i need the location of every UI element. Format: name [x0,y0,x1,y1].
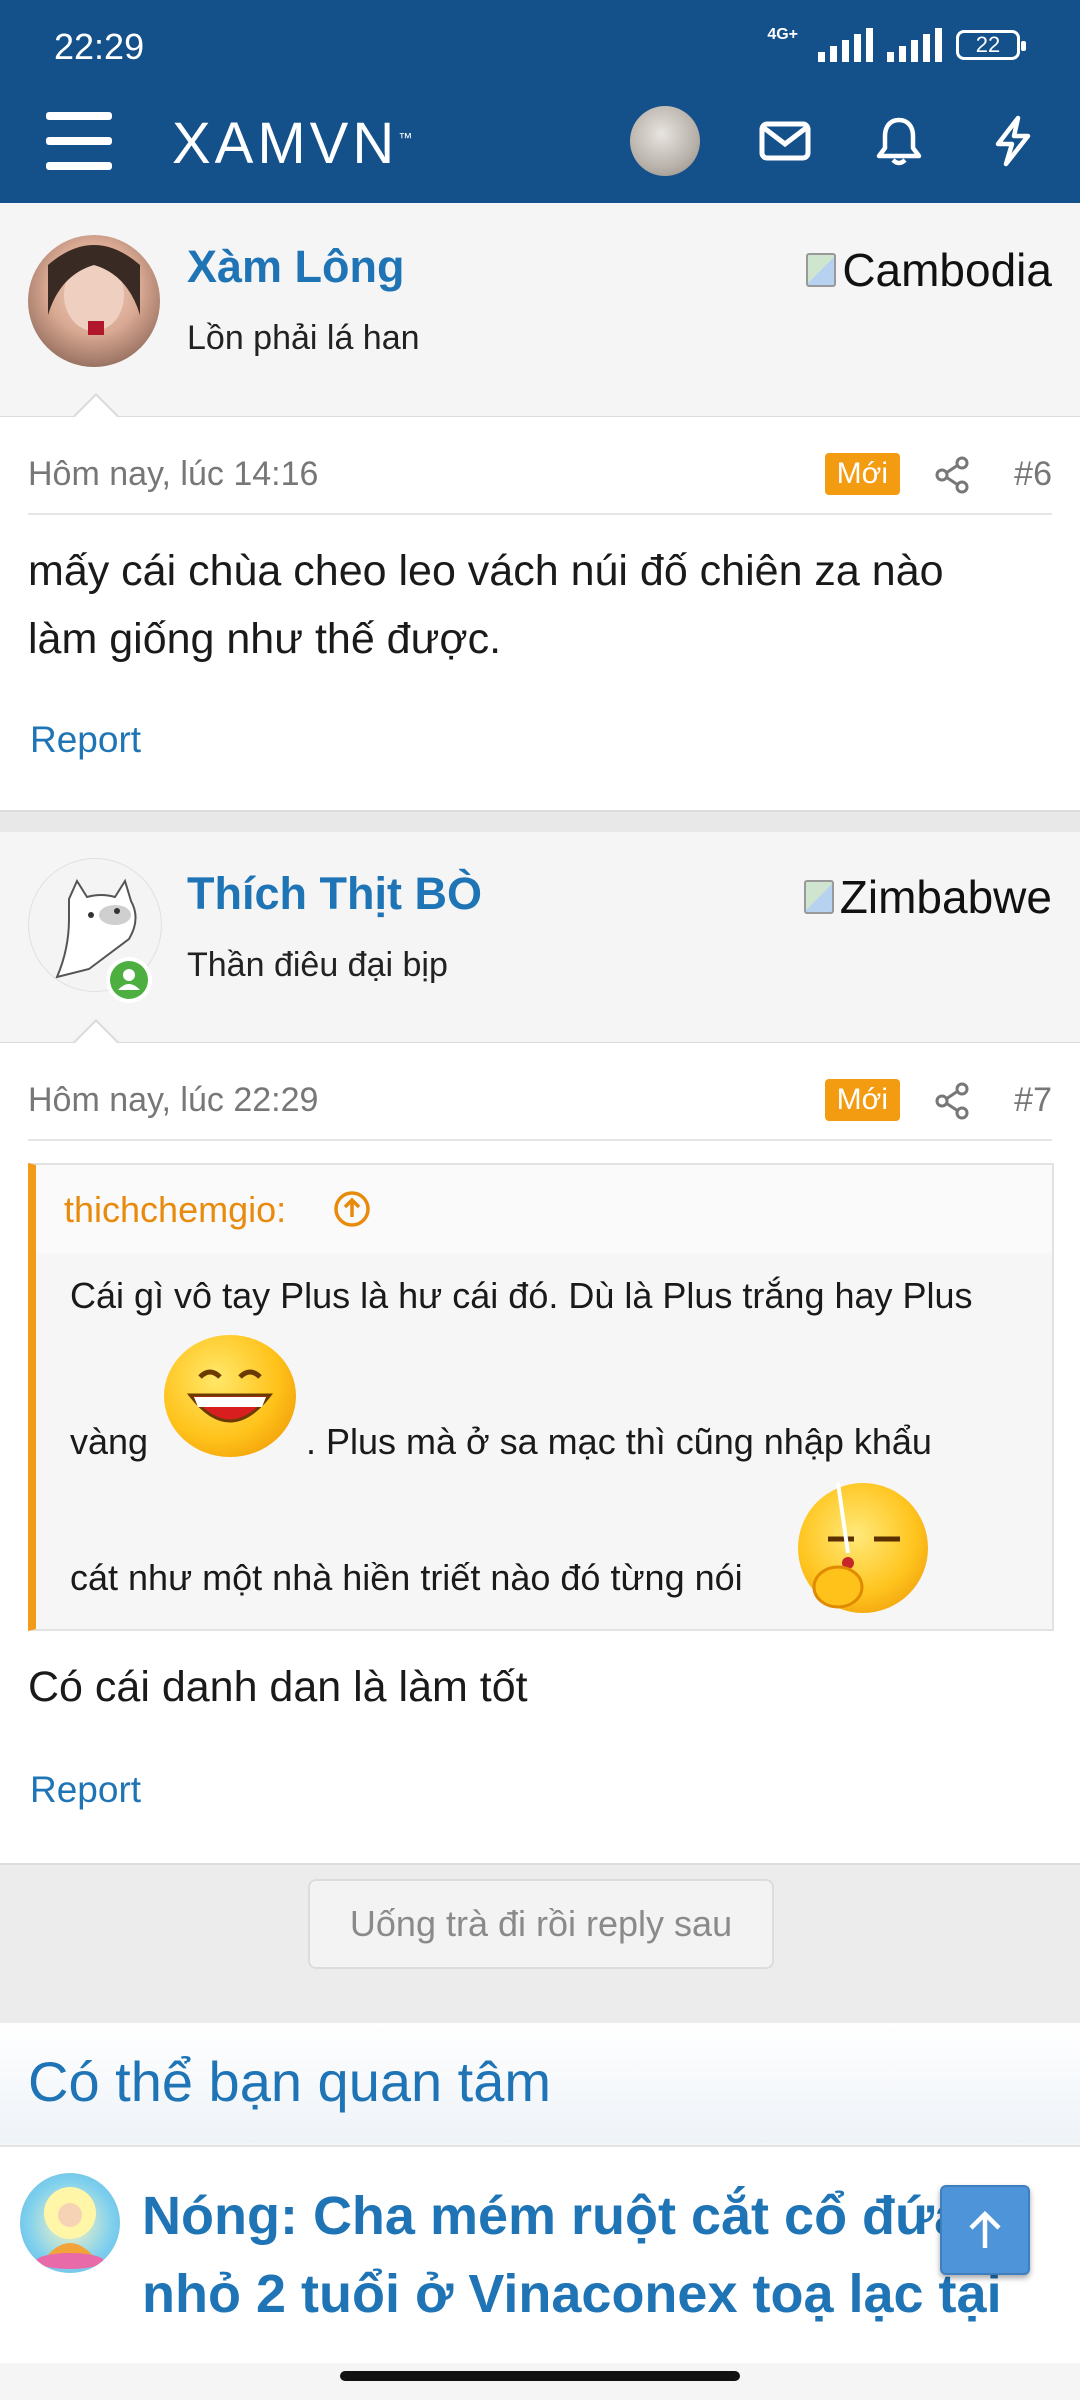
inbox-icon[interactable] [758,114,812,173]
quote-line: . Plus mà ở sa mạc thì cũng nhập khẩu [306,1421,932,1462]
quote-line: Cái gì vô tay Plus là hư cái đó. Dù là P… [70,1275,973,1316]
post-content: Có cái danh dan là làm tốt [28,1653,1052,1721]
user-avatar[interactable] [630,106,700,176]
status-bar: 22:29 4G+ 22 [0,0,1080,100]
logo-trademark: ™ [398,129,417,146]
content-line: làm giống như thế được. [28,615,502,663]
post-content: mấy cái chùa cheo leo vách núi đố chiên … [28,537,1052,673]
signal-icon [818,28,873,62]
laughing-emoji-icon [164,1335,296,1457]
suggested-thread[interactable]: Nóng: Cha mém ruột cắt cổ đứa nhỏ 2 tuổi… [0,2145,1080,2365]
thread-title[interactable]: Nóng: Cha mém ruột cắt cổ đứa nhỏ 2 tuổi… [142,2177,1042,2333]
nav-bar: XAMVN™ [0,100,1080,203]
country-name: Zimbabwe [839,871,1052,923]
content-line: Có cái danh dan là làm tốt [28,1663,528,1711]
arrow-up-icon [969,2210,1001,2248]
broken-image-icon [803,880,834,914]
suggestions-title: Có thể bạn quan tâm [28,2050,552,2113]
gesture-bar[interactable] [0,2363,1080,2400]
content-line: mấy cái chùa cheo leo vách núi đố chiên … [28,547,944,595]
quote-header: thichchemgio: [36,1165,1052,1253]
post-number[interactable]: #7 [1014,1081,1052,1120]
author-title: Lồn phải lá han [187,319,420,357]
app-header: 22:29 4G+ 22 XAMVN™ [0,0,1080,203]
new-badge: Mới [824,453,900,495]
thread-title-line: Nóng: Cha mém ruột cắt cổ đứa [142,2186,965,2246]
country-flag: Zimbabwe [803,870,1052,924]
new-badge: Mới [824,1079,900,1121]
quote-line: vàng [70,1421,149,1462]
status-icons: 22 [818,28,1026,62]
sick-emoji-icon [798,1482,928,1613]
quote-line: cát như một nhà hiền triết nào đó từng n… [70,1557,743,1598]
author-title: Thần điêu đại bịp [187,946,448,984]
quote-author[interactable]: thichchemgio: [64,1189,286,1231]
post-meta: Hôm nay, lúc 14:16 Mới #6 [28,433,1052,515]
post-pointer [72,393,120,418]
online-status-icon [106,957,152,1003]
status-time: 22:29 [54,26,145,67]
report-link[interactable]: Report [30,719,141,761]
post-number[interactable]: #6 [1014,455,1052,494]
share-icon[interactable] [934,455,970,500]
post-6: Hôm nay, lúc 14:16 Mới #6 mấy cái chùa c… [0,417,1080,810]
battery-icon: 22 [956,30,1026,60]
site-logo[interactable]: XAMVN™ [172,110,416,177]
logo-text: XAMVN [172,111,399,176]
expand-quote-icon[interactable] [332,1189,372,1234]
thread-author-avatar[interactable] [20,2173,120,2273]
scroll-to-top-button[interactable] [940,2185,1030,2275]
post-pointer [72,1019,120,1044]
battery-level: 22 [975,32,1001,57]
quote-block: thichchemgio: Cái gì vô tay Plus là hư c… [28,1163,1054,1631]
bell-icon[interactable] [872,114,926,173]
thread-title-line: nhỏ 2 tuổi ở Vinaconex toạ lạc tại [142,2264,1002,2324]
menu-icon[interactable] [46,112,112,170]
report-link[interactable]: Report [30,1769,141,1811]
suggestions-header: Có thể bạn quan tâm [0,2023,1080,2143]
post-separator [0,810,1080,834]
country-name: Cambodia [842,244,1052,296]
post-date[interactable]: Hôm nay, lúc 14:16 [28,455,318,494]
post-date[interactable]: Hôm nay, lúc 22:29 [28,1081,318,1120]
network-type: 4G+ [767,26,798,43]
lightning-icon[interactable] [986,114,1040,173]
post-meta: Hôm nay, lúc 22:29 Mới #7 [28,1059,1052,1141]
author-avatar[interactable] [28,235,160,367]
reply-area: Uống trà đi rồi reply sau [0,1863,1080,2025]
post-7: Hôm nay, lúc 22:29 Mới #7 thichchemgio: … [0,1043,1080,1863]
signal-icon-2 [887,28,942,62]
share-icon[interactable] [934,1081,970,1126]
reply-button[interactable]: Uống trà đi rồi reply sau [308,1879,774,1969]
country-flag: Cambodia [806,243,1052,297]
author-name[interactable]: Xàm Lông [187,241,405,293]
post-author-block: Xàm Lông Lồn phải lá han Cambodia [0,203,1080,418]
author-name[interactable]: Thích Thịt BÒ [187,868,482,920]
post-author-block: Thích Thịt BÒ Thần điêu đại bịp Zimbabwe [0,832,1080,1044]
broken-image-icon [806,253,837,287]
